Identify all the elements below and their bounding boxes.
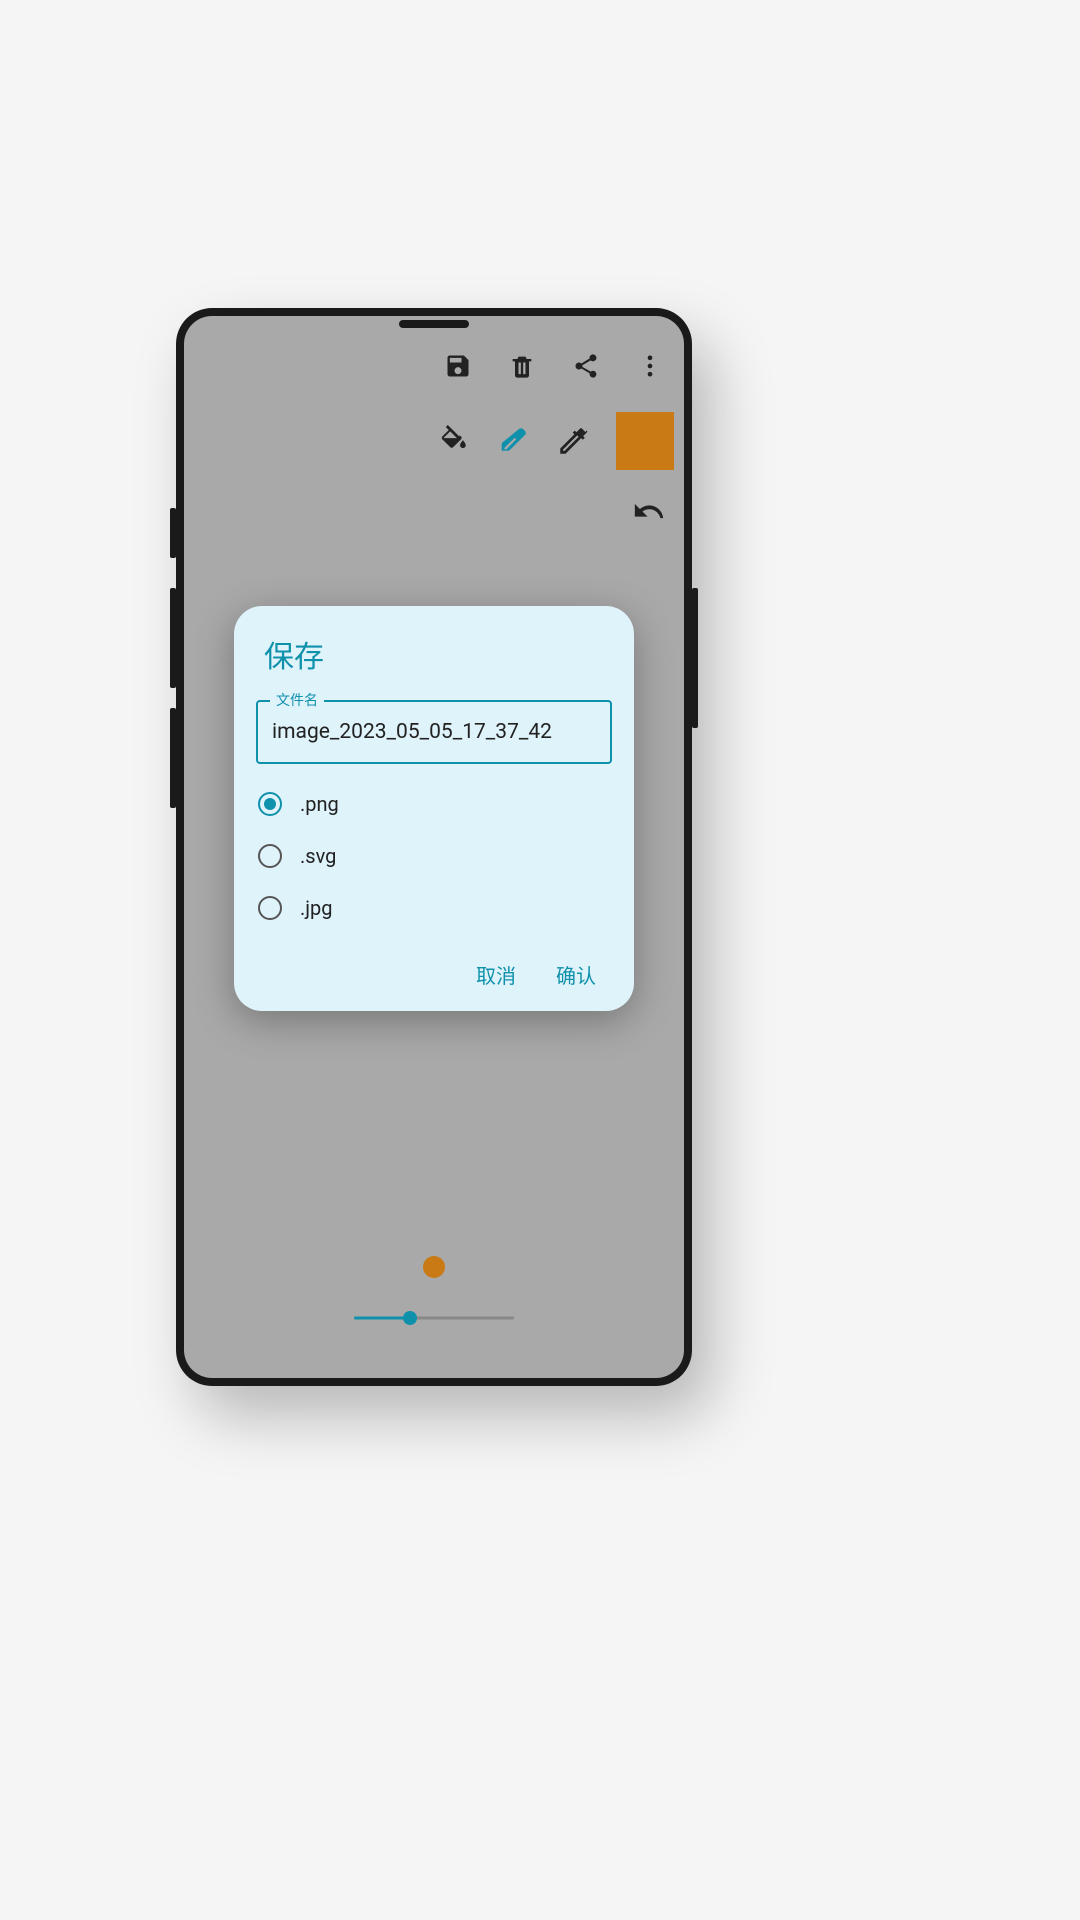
format-label: .jpg (300, 896, 333, 920)
color-swatch[interactable] (616, 412, 674, 470)
slider-thumb[interactable] (403, 1311, 417, 1325)
phone-screen: 保存 文件名 .png .svg .jpg (184, 316, 684, 1378)
format-option-svg[interactable]: .svg (256, 836, 612, 876)
brush-size-slider[interactable] (354, 1308, 514, 1328)
format-option-png[interactable]: .png (256, 784, 612, 824)
dialog-actions: 取消 确认 (256, 950, 612, 989)
filename-label: 文件名 (270, 690, 324, 710)
radio-unselected-icon (258, 844, 282, 868)
app-top-bar (184, 336, 684, 396)
format-option-jpg[interactable]: .jpg (256, 888, 612, 928)
eyedropper-icon[interactable] (556, 424, 590, 458)
format-label: .png (300, 792, 339, 816)
save-dialog: 保存 文件名 .png .svg .jpg (234, 606, 634, 1011)
undo-icon[interactable] (632, 494, 666, 528)
share-icon[interactable] (572, 352, 600, 380)
more-icon[interactable] (636, 352, 664, 380)
delete-icon[interactable] (508, 352, 536, 380)
phone-notch (399, 320, 469, 328)
fill-icon[interactable] (436, 424, 470, 458)
phone-side-button (692, 588, 698, 728)
phone-frame: 保存 文件名 .png .svg .jpg (176, 308, 692, 1386)
confirm-button[interactable]: 确认 (556, 960, 596, 989)
radio-unselected-icon (258, 896, 282, 920)
brush-preview-dot (423, 1256, 445, 1278)
format-radio-group: .png .svg .jpg (256, 784, 612, 928)
tool-row (436, 412, 674, 470)
filename-field-wrap: 文件名 (256, 700, 612, 764)
undo-row (632, 494, 666, 528)
phone-side-button (170, 508, 176, 558)
phone-side-button (170, 588, 176, 688)
phone-side-button (170, 708, 176, 808)
slider-fill (354, 1317, 410, 1320)
radio-selected-icon (258, 792, 282, 816)
cancel-button[interactable]: 取消 (476, 960, 516, 989)
save-icon[interactable] (444, 352, 472, 380)
dialog-title: 保存 (256, 632, 612, 676)
eraser-icon[interactable] (496, 424, 530, 458)
format-label: .svg (300, 844, 336, 868)
